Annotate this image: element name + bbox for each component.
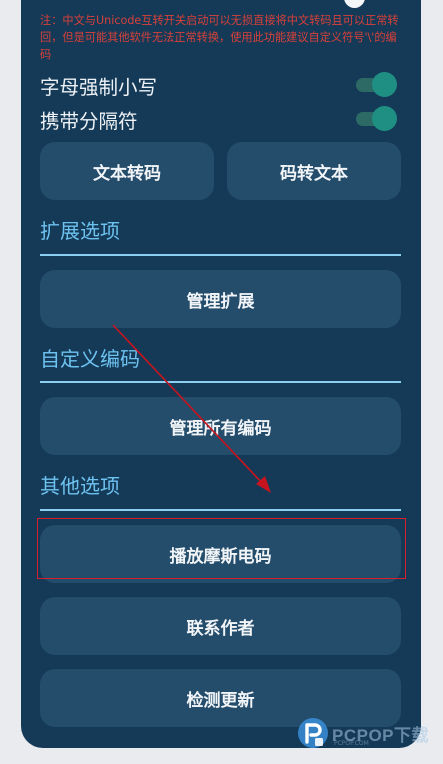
manage-extensions-label: 管理扩展 [186, 291, 255, 312]
code-to-text-button[interactable]: 码转文本 [227, 142, 401, 200]
carry-separator-toggle[interactable] [352, 106, 397, 131]
contact-author-label: 联系作者 [186, 618, 255, 639]
code-to-text-label: 码转文本 [280, 163, 348, 184]
toggle-thumb [372, 106, 397, 131]
unicode-warning-note: 注：中文与Unicode互转开关启动可以无损直接将中文转码且可以正常转回，但是可… [40, 14, 399, 61]
toggle-thumb [372, 72, 397, 97]
p-logo-icon [298, 718, 328, 748]
section-divider [40, 509, 401, 511]
section-divider [40, 381, 401, 383]
manage-all-encodings-button[interactable]: 管理所有编码 [40, 397, 401, 455]
watermark: PCPOP下载 PCPOP.COM [296, 716, 438, 752]
custom-encoding-section-title: 自定义编码 [40, 347, 140, 371]
extensions-section-title: 扩展选项 [40, 219, 120, 243]
other-section-title: 其他选项 [40, 474, 120, 498]
annotation-highlight-box [37, 518, 406, 579]
force-lowercase-label: 字母强制小写 [40, 76, 158, 99]
text-to-code-button[interactable]: 文本转码 [40, 142, 214, 200]
settings-panel: 注：中文与Unicode互转开关启动可以无损直接将中文转码且可以正常转回，但是可… [21, 0, 421, 748]
watermark-subtext: PCPOP.COM [334, 740, 369, 747]
force-lowercase-toggle[interactable] [352, 72, 397, 97]
partial-top-toggle[interactable] [344, 0, 365, 8]
section-divider [40, 254, 401, 256]
check-update-label: 检测更新 [186, 690, 255, 711]
carry-separator-label: 携带分隔符 [40, 110, 138, 133]
manage-extensions-button[interactable]: 管理扩展 [40, 270, 401, 328]
manage-all-encodings-label: 管理所有编码 [169, 418, 272, 439]
text-to-code-label: 文本转码 [93, 163, 161, 184]
contact-author-button[interactable]: 联系作者 [40, 597, 401, 655]
